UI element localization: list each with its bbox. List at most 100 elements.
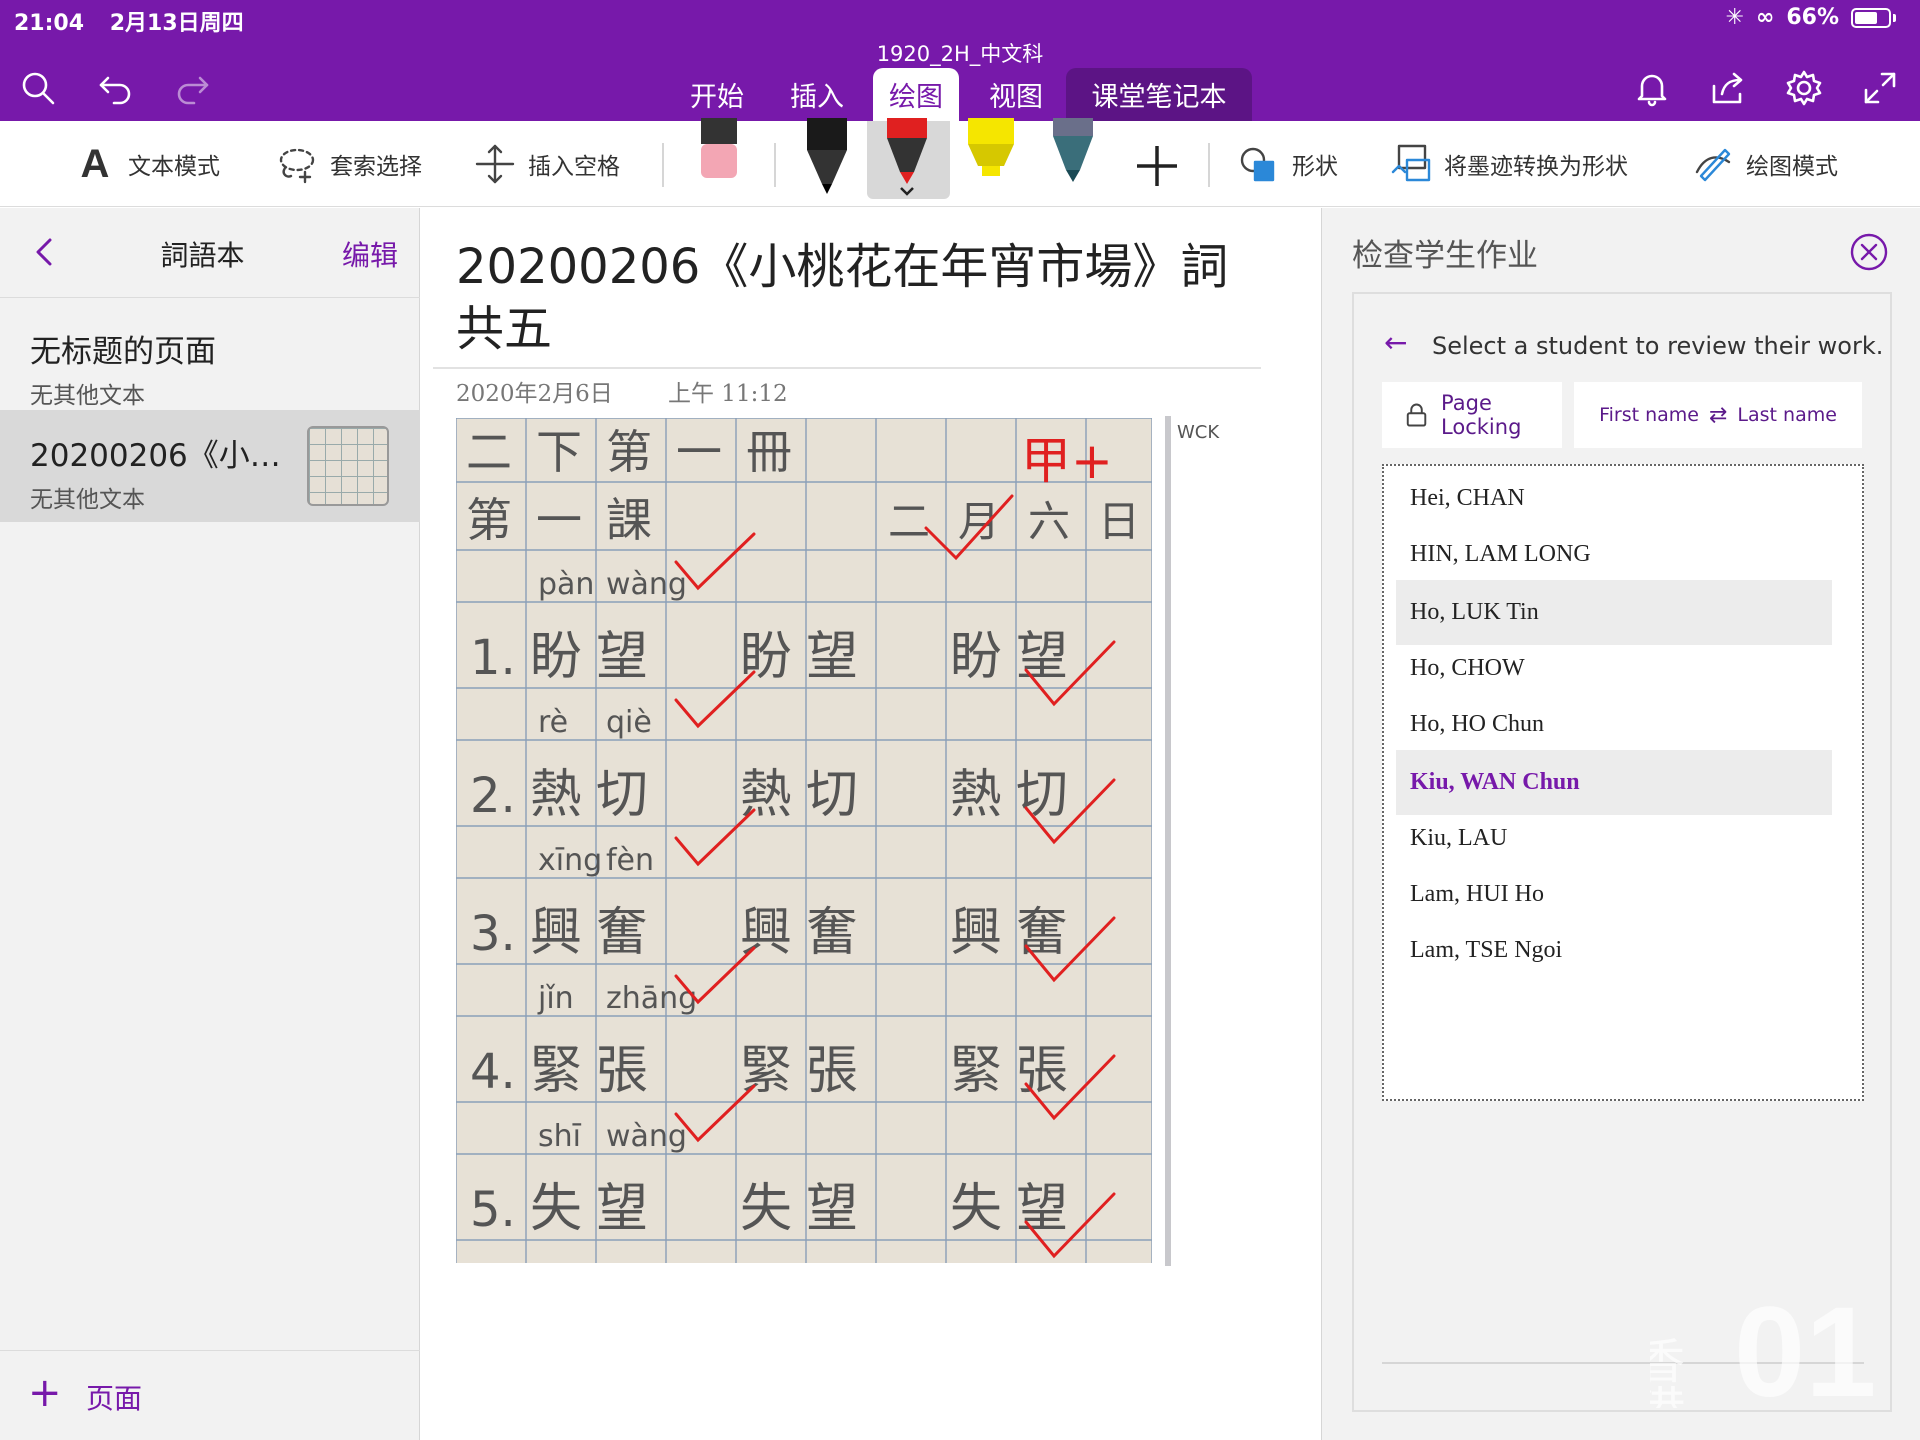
bell-icon[interactable] — [1630, 66, 1674, 110]
tab-home[interactable]: 开始 — [676, 68, 758, 121]
yellow-highlighter-tool[interactable] — [960, 118, 1022, 198]
worksheet-char: 課 — [606, 493, 652, 547]
page-item-subtitle: 无其他文本 — [30, 487, 145, 513]
page-title[interactable]: 20200206《小桃花在年宵市場》詞共五 — [456, 236, 1256, 360]
worksheet-char: 六 — [1028, 497, 1070, 546]
worksheet-char: 奮 — [806, 903, 858, 963]
battery-percent: 66% — [1786, 5, 1839, 30]
drawing-mode-button[interactable]: 绘图模式 — [1688, 139, 1838, 189]
expand-icon[interactable] — [1858, 66, 1902, 110]
page-locking-button[interactable]: Page Locking — [1382, 382, 1562, 448]
eraser-tool[interactable] — [688, 118, 750, 198]
ink-to-shape-button[interactable]: 将墨迹转换为形状 — [1386, 139, 1628, 189]
worksheet-char: 二 — [888, 497, 930, 546]
status-right: ✳ ∞ 66% — [1726, 5, 1896, 30]
pinyin: qiè — [606, 705, 652, 740]
review-student-work-panel: 检查学生作业 ← Select a student to review thei… — [1321, 208, 1920, 1440]
text-mode-icon: A — [80, 141, 110, 186]
tab-view[interactable]: 视图 — [975, 68, 1057, 121]
student-list: Hei, CHAN HIN, LAM LONG Ho, LUK Tin Ho, … — [1382, 464, 1864, 1101]
student-item[interactable]: Ho, HO Chun — [1396, 692, 1832, 757]
worksheet-char: 張 — [806, 1041, 858, 1101]
worksheet-char: 失 — [950, 1179, 1002, 1239]
back-arrow-icon[interactable]: ← — [1384, 326, 1407, 359]
gear-icon[interactable] — [1782, 66, 1826, 110]
shapes-icon — [1234, 139, 1284, 189]
student-item[interactable]: HIN, LAM LONG — [1396, 522, 1832, 587]
pinyin: wàng — [606, 1119, 687, 1154]
review-prompt: Select a student to review their work. — [1432, 332, 1884, 360]
worksheet-char: 緊 — [530, 1041, 582, 1101]
worksheet-char: 盼 — [530, 627, 582, 687]
page-thumbnail — [307, 426, 389, 506]
grade-mark: 甲+ — [1021, 432, 1113, 490]
add-page-bar: + 页面 — [0, 1350, 420, 1440]
add-page-button[interactable]: 页面 — [86, 1377, 142, 1417]
worksheet-char: 奮 — [1016, 903, 1068, 963]
row-number: 3. — [470, 906, 516, 962]
worksheet-char: 冊 — [746, 425, 792, 479]
worksheet-char: 第 — [466, 493, 512, 547]
plus-icon[interactable]: + — [28, 1373, 62, 1413]
review-panel-title: 检查学生作业 — [1352, 238, 1538, 274]
worksheet-char: 失 — [740, 1179, 792, 1239]
share-icon[interactable] — [1706, 66, 1750, 110]
page-list-item[interactable]: 无标题的页面 无其他文本 — [0, 306, 420, 418]
pinyin: fèn — [606, 843, 654, 878]
worksheet-char: 張 — [1016, 1041, 1068, 1101]
swap-arrows-icon: ⇄ — [1708, 402, 1728, 428]
worksheet-char: 緊 — [950, 1041, 1002, 1101]
onenote-window: 21:04 2月13日周四 ✳ ∞ 66% 1920_2H_中文科 开始 插入 … — [0, 0, 1920, 1440]
title-bar: 21:04 2月13日周四 ✳ ∞ 66% 1920_2H_中文科 开始 插入 … — [0, 0, 1920, 121]
worksheet-char: 下 — [536, 425, 582, 479]
worksheet-char: 切 — [806, 765, 858, 825]
sort-first-label: First name — [1599, 404, 1699, 426]
close-icon[interactable] — [1849, 232, 1889, 272]
page-list-panel: 詞語本 编辑 无标题的页面 无其他文本 20200206《小… 无其他文本 + … — [0, 208, 420, 1440]
page-item-subtitle: 无其他文本 — [30, 383, 145, 409]
insert-space-button[interactable]: 插入空格 — [470, 139, 620, 189]
pinyin: pàn — [538, 567, 594, 602]
worksheet-char: 盼 — [950, 627, 1002, 687]
student-item[interactable]: Lam, TSE Ngoi — [1396, 918, 1832, 983]
tab-draw[interactable]: 绘图 — [873, 68, 959, 121]
worksheet-char: 二 — [466, 425, 512, 479]
sort-last-label: Last name — [1737, 404, 1837, 426]
section-header: 詞語本 编辑 — [0, 208, 420, 298]
tab-insert[interactable]: 插入 — [776, 68, 858, 121]
worksheet-char: 熱 — [950, 765, 1002, 825]
lasso-select-button[interactable]: 套索选择 — [272, 139, 422, 189]
worksheet-char: 奮 — [596, 903, 648, 963]
page-canvas[interactable]: 20200206《小桃花在年宵市場》詞共五 2020年2月6日 上午 11:12… — [421, 208, 1321, 1440]
worksheet-char: 興 — [950, 903, 1002, 963]
homework-photo[interactable]: 二下第一冊第一課二月六日甲+ pàn wàng 1. 盼望盼望盼望 rè qiè 2. 熱切熱切… — [456, 418, 1152, 1263]
red-pen-tool[interactable] — [876, 118, 938, 198]
add-pen-button[interactable] — [1126, 118, 1188, 198]
author-marker-line — [1165, 416, 1171, 1266]
edit-button[interactable]: 编辑 — [342, 234, 398, 274]
page-time: 上午 11:12 — [668, 381, 788, 407]
text-mode-button[interactable]: A 文本模式 — [70, 139, 220, 189]
black-pen-tool[interactable] — [796, 118, 858, 198]
loading-icon: ✳ — [1725, 5, 1744, 30]
tab-class-notebook[interactable]: 课堂笔记本 — [1066, 68, 1252, 121]
sort-toggle-button[interactable]: First name ⇄ Last name — [1574, 382, 1862, 448]
pinyin: xīng — [538, 843, 602, 878]
status-time: 21:04 — [14, 11, 85, 36]
ink-to-shape-label: 将墨迹转换为形状 — [1444, 154, 1628, 180]
shapes-label: 形状 — [1292, 154, 1338, 180]
status-date: 2月13日周四 — [109, 11, 244, 36]
page-list-item-selected[interactable]: 20200206《小… 无其他文本 — [0, 410, 420, 522]
worksheet-char: 望 — [1016, 627, 1068, 687]
shapes-button[interactable]: 形状 — [1234, 139, 1338, 189]
insert-space-label: 插入空格 — [528, 154, 620, 180]
battery-icon — [1851, 7, 1891, 28]
worksheet-char: 望 — [806, 1179, 858, 1239]
worksheet-char: 望 — [806, 627, 858, 687]
page-item-title: 无标题的页面 — [30, 334, 216, 370]
lasso-icon — [272, 139, 322, 189]
worksheet-char: 望 — [596, 627, 648, 687]
teal-pen-tool[interactable] — [1042, 118, 1104, 198]
page-date: 2020年2月6日 — [456, 381, 613, 407]
drawing-mode-label: 绘图模式 — [1746, 154, 1838, 180]
